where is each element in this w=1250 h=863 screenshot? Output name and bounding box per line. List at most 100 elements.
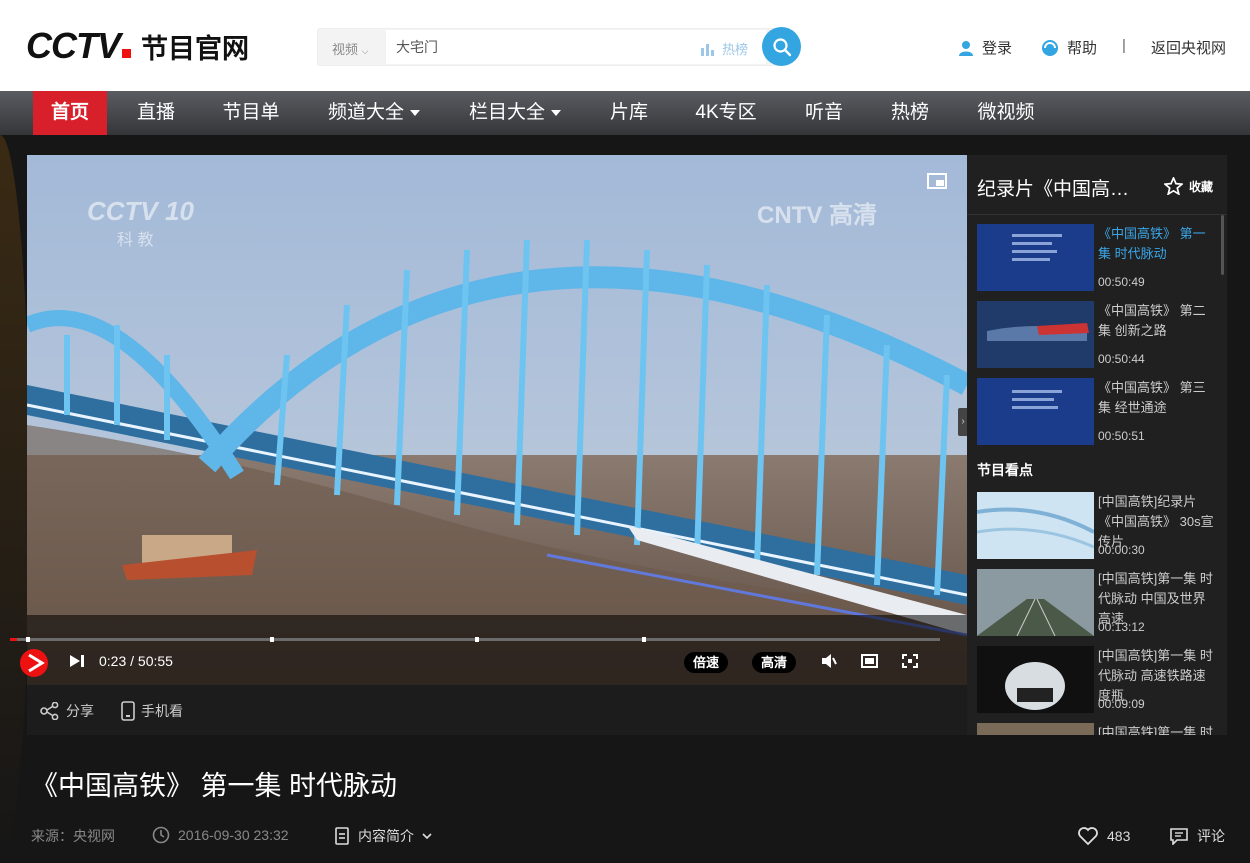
logo-dot [122,48,131,58]
mobile-watch-label: 手机看 [141,703,183,719]
intro-toggle[interactable]: 内容简介 [334,826,432,846]
nav-item-columns[interactable]: 栏目大全 [463,91,567,135]
episode-item[interactable]: 《中国高铁》 第二集 创新之路 00:50:44 [977,301,1215,371]
comment-button[interactable]: 评论 [1169,826,1225,846]
episode-title: 《中国高铁》 第一集 时代脉动 [1098,226,1206,261]
highlight-duration: 00:13:12 [1098,620,1145,634]
highlight-thumbnail [977,569,1094,636]
like-count: 483 [1107,828,1131,844]
nav-item-library[interactable]: 片库 [601,91,657,135]
progress-marker [270,637,274,642]
heart-icon [1078,827,1098,846]
highlight-item[interactable]: [中国高铁]第一集 时代 [977,723,1215,735]
video-source: 来源：央视网 [31,828,115,844]
search-category-select[interactable]: 视频 ⌵ [332,39,368,58]
publish-date: 2016-09-30 23:32 [152,826,289,844]
caret-down-icon [410,109,420,116]
episode-thumbnail [977,224,1094,291]
video-player[interactable]: CCTV 10 科 教 CNTV 高清 [27,155,967,685]
comment-label: 评论 [1197,828,1225,844]
back-to-cctv-link[interactable]: 返回央视网 [1151,37,1226,58]
episode-thumbnail [977,301,1094,368]
video-frame: CCTV 10 科 教 CNTV 高清 [27,155,967,685]
nav-item-channels[interactable]: 频道大全 [322,91,426,135]
nav-item-live[interactable]: 直播 [126,91,186,135]
divider: | [1122,37,1126,54]
highlight-thumbnail [977,723,1094,735]
highlight-thumbnail [977,646,1094,713]
clock-icon [152,826,170,844]
time-display: 0:23 / 50:55 [99,653,173,669]
highlight-duration: 00:09:09 [1098,697,1145,711]
hot-list-link[interactable]: 热榜 [700,39,748,58]
publish-date-text: 2016-09-30 23:32 [178,827,289,843]
document-icon [335,827,349,845]
highlight-item[interactable]: [中国高铁]纪录片《中国高铁》 30s宣传片 00:00:30 [977,492,1215,562]
nav-item-home[interactable]: 首页 [33,91,107,135]
favorite-button[interactable]: 收藏 [1164,177,1213,195]
progress-marker [26,637,30,642]
next-icon[interactable] [69,654,85,668]
highlight-thumbnail [977,492,1094,559]
like-button[interactable]: 483 [1077,826,1130,846]
highlight-title: [中国高铁]第一集 时代 [1098,725,1213,735]
nav-item-schedule[interactable]: 节目单 [213,91,289,135]
nav-channels-label: 频道大全 [327,102,404,123]
share-button[interactable]: 分享 [40,701,94,721]
nav-item-hot[interactable]: 热榜 [882,91,938,135]
star-icon [1164,177,1183,195]
login-link[interactable]: 登录 [958,37,1012,58]
share-icon [40,702,59,720]
caret-down-icon [551,109,561,116]
help-icon [1042,39,1058,56]
episode-title: 《中国高铁》 第二集 创新之路 [1098,303,1206,338]
mobile-watch-button[interactable]: 手机看 [121,701,183,721]
volume-icon[interactable] [821,654,837,668]
logo-text: CCTV [26,25,121,66]
episode-item[interactable]: 《中国高铁》 第一集 时代脉动 00:50:49 [977,224,1215,294]
intro-label: 内容简介 [358,828,414,844]
play-button[interactable] [18,647,50,679]
playlist-scrollbar[interactable] [1221,215,1224,275]
help-label: 帮助 [1067,40,1098,57]
nav-item-4k[interactable]: 4K专区 [689,91,763,135]
favorite-label: 收藏 [1189,179,1214,194]
share-label: 分享 [66,703,94,719]
nav-item-audio[interactable]: 听音 [796,91,852,135]
progress-fill [10,638,17,641]
highlight-duration: 00:00:30 [1098,543,1145,557]
search-button[interactable] [762,27,801,66]
fullscreen-icon[interactable] [902,654,918,668]
playlist-header: 纪录片《中国高… 收藏 [967,155,1227,215]
bar-chart-icon [701,43,714,56]
user-icon [959,40,973,56]
progress-marker [642,637,646,642]
picture-in-picture-icon[interactable] [927,173,947,189]
cntv-watermark: CNTV 高清 [757,201,877,229]
channel-logo-watermark: CCTV 10 [87,196,194,226]
background-decoration [0,135,30,863]
logo-subtitle: 节目官网 [141,33,249,64]
chevron-down-icon: ⌵ [361,46,369,56]
episode-title: 《中国高铁》 第三集 经世通途 [1098,380,1206,415]
episode-duration: 00:50:49 [1098,275,1145,289]
action-row: 分享 手机看 [27,685,967,735]
login-label: 登录 [982,40,1013,57]
episode-duration: 00:50:44 [1098,352,1145,366]
playlist-sidebar: 纪录片《中国高… 收藏 《中国高铁》 第一集 时代脉动 00:50:49 《中国… [967,155,1227,735]
widescreen-icon[interactable] [861,654,878,668]
quality-button[interactable]: 高清 [752,652,797,673]
episode-thumbnail [977,378,1094,445]
progress-bar[interactable] [10,637,940,642]
main-nav: 首页 直播 节目单 频道大全 栏目大全 片库 4K专区 听音 热榜 微视频 [0,91,1250,135]
highlight-item[interactable]: [中国高铁]第一集 时代脉动 中国及世界高速 00:13:12 [977,569,1215,639]
help-link[interactable]: 帮助 [1041,37,1097,58]
video-title: 《中国高铁》 第一集 时代脉动 [31,771,398,801]
speed-button[interactable]: 倍速 [684,652,729,673]
phone-icon [121,701,135,721]
site-logo[interactable]: CCTV 节目官网 [26,25,249,66]
highlight-item[interactable]: [中国高铁]第一集 时代脉动 高速铁路速度瓶 00:09:09 [977,646,1215,716]
nav-item-micro-video[interactable]: 微视频 [969,91,1043,135]
progress-marker [475,637,479,642]
episode-item[interactable]: 《中国高铁》 第三集 经世通途 00:50:51 [977,378,1215,448]
